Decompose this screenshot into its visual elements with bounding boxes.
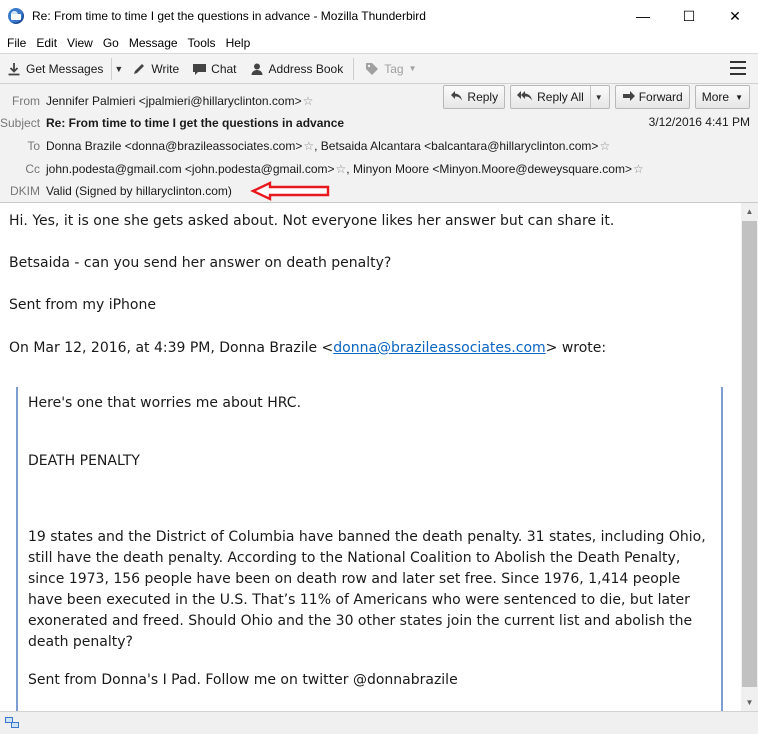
body-line: Hi. Yes, it is one she gets asked about.… (9, 213, 615, 229)
reply-label: Reply (467, 90, 499, 104)
chevron-down-icon: ▼ (114, 63, 124, 74)
chat-bubble-icon (191, 61, 207, 77)
maximize-icon: ☐ (682, 7, 696, 24)
quote-paragraph: 19 states and the District of Columbia h… (28, 529, 706, 650)
cc-recipient[interactable]: john.podesta@gmail.com <john.podesta@gma… (46, 162, 335, 176)
quote-line: Here's one that worries me about HRC. (28, 395, 302, 411)
quote-signature: Sent from Donna's I Pad. Follow me on tw… (28, 672, 458, 688)
vertical-scrollbar[interactable]: ▲ ▼ (741, 203, 758, 711)
menu-file[interactable]: File (2, 36, 31, 50)
tag-label: Tag (384, 61, 404, 76)
dkim-row: DKIM Valid (Signed by hillaryclinton.com… (0, 181, 232, 200)
download-icon (6, 61, 22, 77)
scroll-down-icon[interactable]: ▼ (741, 694, 758, 711)
scroll-up-icon[interactable]: ▲ (741, 203, 758, 220)
close-icon: ✕ (729, 7, 741, 24)
menu-message[interactable]: Message (124, 36, 183, 50)
star-icon[interactable]: ☆ (303, 139, 314, 153)
quoted-message: Here's one that worries me about HRC. DE… (16, 387, 723, 711)
toolbar-separator (353, 57, 355, 80)
address-book-button[interactable]: Address Book (243, 57, 350, 81)
chevron-down-icon[interactable]: ▼ (589, 86, 603, 108)
to-label: To (27, 138, 40, 153)
forward-label: Forward (638, 90, 683, 104)
maximize-button[interactable]: ☐ (666, 0, 712, 32)
menu-edit[interactable]: Edit (31, 36, 62, 50)
window-title: Re: From time to time I get the question… (32, 8, 426, 23)
star-icon[interactable]: ☆ (303, 94, 314, 108)
main-toolbar: Get Messages ▼ Write Chat Address Book T… (0, 53, 758, 84)
menu-tools[interactable]: Tools (183, 36, 221, 50)
subject-value: Re: From time to time I get the question… (46, 115, 345, 130)
body-line: Betsaida - can you send her answer on de… (9, 255, 392, 271)
message-body: Hi. Yes, it is one she gets asked about.… (0, 203, 741, 711)
more-label: More (701, 90, 730, 104)
email-link[interactable]: donna@brazileassociates.com (333, 340, 545, 356)
reply-all-label: Reply All (537, 90, 584, 104)
thunderbird-icon (8, 7, 24, 24)
menu-bar: File Edit View Go Message Tools Help (0, 32, 758, 53)
scrollbar-thumb[interactable] (742, 221, 757, 687)
from-row: From Jennifer Palmieri <jpalmieri@hillar… (0, 91, 313, 110)
tag-icon (364, 61, 380, 77)
more-button[interactable]: More ▼ (694, 85, 750, 109)
menu-view[interactable]: View (62, 36, 98, 50)
chat-label: Chat (211, 61, 237, 76)
dkim-label: DKIM (10, 183, 40, 198)
quote-heading: DEATH PENALTY (28, 453, 140, 469)
attribution-line: On Mar 12, 2016, at 4:39 PM, Donna Brazi… (9, 340, 606, 356)
cc-recipient[interactable]: Minyon Moore <Minyon.Moore@deweysquare.c… (353, 162, 632, 176)
star-icon[interactable]: ☆ (599, 139, 610, 153)
app-menu-hamburger-icon[interactable] (730, 61, 746, 75)
attribution-suffix: > wrote: (545, 340, 607, 356)
cc-row: Cc john.podesta@gmail.com <john.podesta@… (0, 159, 644, 178)
dkim-value: Valid (Signed by hillaryclinton.com) (46, 183, 232, 198)
subject-row: Subject Re: From time to time I get the … (0, 113, 344, 132)
tag-button[interactable]: Tag ▼ (358, 57, 422, 81)
chevron-down-icon: ▼ (408, 64, 417, 73)
forward-arrow-icon (622, 90, 635, 105)
minimize-icon: — (636, 8, 650, 24)
write-label: Write (151, 61, 180, 76)
person-icon (249, 61, 265, 77)
subject-label: Subject (0, 115, 41, 130)
online-status-icon[interactable] (4, 716, 20, 730)
menu-help[interactable]: Help (221, 36, 256, 50)
pencil-icon (131, 61, 147, 77)
address-book-label: Address Book (268, 61, 344, 76)
reply-all-arrow-icon (517, 90, 533, 105)
cc-label: Cc (25, 161, 40, 176)
to-recipient[interactable]: Betsaida Alcantara <balcantara@hillarycl… (321, 139, 599, 153)
message-date: 3/12/2016 4:41 PM (648, 115, 750, 129)
status-bar (0, 711, 758, 734)
from-address[interactable]: Jennifer Palmieri <jpalmieri@hillaryclin… (46, 94, 302, 108)
title-bar: Re: From time to time I get the question… (0, 0, 758, 32)
from-label: From (12, 93, 40, 108)
write-button[interactable]: Write (125, 57, 185, 81)
forward-button[interactable]: Forward (614, 85, 690, 109)
body-line: Sent from my iPhone (9, 297, 156, 313)
minimize-button[interactable]: — (620, 0, 666, 32)
close-button[interactable]: ✕ (712, 0, 758, 32)
get-messages-button[interactable]: Get Messages (0, 57, 109, 81)
to-recipient[interactable]: Donna Brazile <donna@brazileassociates.c… (46, 139, 302, 153)
get-messages-dropdown[interactable]: ▼ (111, 57, 125, 80)
header-actions: Reply Reply All ▼ Forward More ▼ (438, 85, 750, 109)
reply-all-button[interactable]: Reply All ▼ (510, 85, 610, 109)
get-messages-label: Get Messages (26, 61, 104, 76)
star-icon[interactable]: ☆ (336, 162, 347, 176)
reply-button[interactable]: Reply (443, 85, 506, 109)
chat-button[interactable]: Chat (185, 57, 242, 81)
reply-arrow-icon (450, 90, 463, 105)
red-annotation-arrow-icon (250, 181, 330, 201)
star-icon[interactable]: ☆ (633, 162, 644, 176)
to-row: To Donna Brazile <donna@brazileassociate… (0, 136, 610, 155)
chevron-down-icon: ▼ (735, 92, 743, 102)
menu-go[interactable]: Go (98, 36, 124, 50)
attribution-prefix: On Mar 12, 2016, at 4:39 PM, Donna Brazi… (9, 340, 334, 356)
